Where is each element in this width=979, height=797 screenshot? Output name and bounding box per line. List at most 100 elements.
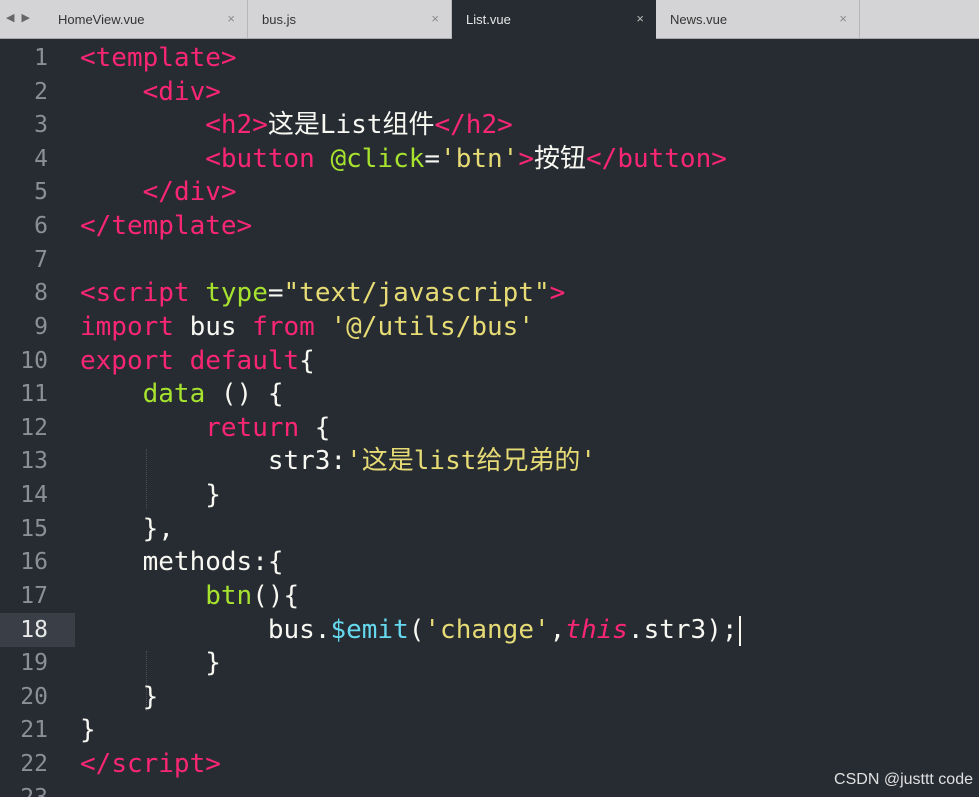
tab-list-vue[interactable]: List.vue ×	[452, 0, 656, 39]
code-token: }	[80, 715, 96, 745]
code-token: div	[158, 77, 206, 107]
code-token: template	[95, 43, 221, 73]
code-token: ,	[549, 615, 566, 645]
line-number: 21	[20, 717, 48, 743]
code-line-11: data () {	[80, 377, 284, 411]
code-token: str3:	[267, 446, 347, 476]
close-icon[interactable]: ×	[839, 11, 847, 26]
code-line-3: <h2>这是List组件</h2>	[80, 108, 513, 142]
tab-nav-arrows[interactable]: ◀ ▶	[6, 11, 32, 24]
line-number: 1	[34, 45, 48, 71]
code-token: <	[80, 278, 96, 308]
code-token: {	[299, 413, 331, 443]
code-line-4: <button @click='btn'>按钮</button>	[80, 142, 727, 176]
code-line-17: btn(){	[80, 579, 299, 613]
code-token: .str3);	[627, 615, 738, 645]
code-line-21: }	[80, 713, 96, 747]
line-number: 2	[34, 79, 48, 105]
code-line-5: </div>	[80, 175, 237, 209]
code-token: button	[220, 144, 315, 174]
code-token: <	[142, 77, 159, 107]
code-token: >	[711, 144, 727, 174]
code-line-12: return {	[80, 411, 330, 445]
tab-homeview-vue[interactable]: HomeView.vue ×	[44, 0, 248, 38]
code-token: type	[205, 278, 268, 308]
code-line-14: }	[80, 478, 221, 512]
code-token: >	[205, 749, 221, 779]
tab-label: HomeView.vue	[58, 12, 145, 27]
line-number: 11	[20, 381, 48, 407]
code-token: <	[80, 43, 96, 73]
code-token: >	[220, 43, 237, 73]
code-line-18: bus.$emit('change',this.str3);	[80, 613, 741, 647]
line-number: 6	[34, 213, 48, 239]
code-token: from	[252, 312, 315, 342]
code-editor[interactable]: 1 2 3 4 5 6 7 8 9 10 11 12 13 14 15 16 1…	[0, 39, 979, 797]
code-line-6: </template>	[80, 209, 252, 243]
close-icon[interactable]: ×	[636, 11, 644, 26]
code-line-15: },	[80, 512, 174, 546]
text-cursor	[738, 615, 741, 646]
code-token: }	[142, 682, 159, 712]
line-number: 17	[20, 583, 48, 609]
code-token: >	[236, 211, 253, 241]
code-line-2: <div>	[80, 75, 221, 109]
code-token: '这是list给兄弟的'	[346, 446, 597, 476]
code-token: export	[80, 346, 174, 376]
code-token: h2	[465, 110, 498, 140]
code-token: >	[549, 278, 566, 308]
code-token: bus	[189, 312, 237, 342]
code-token: button	[617, 144, 712, 174]
code-token: data	[142, 379, 206, 409]
code-token: bus.	[267, 615, 331, 645]
code-token: </	[586, 144, 618, 174]
line-number: 20	[20, 684, 48, 710]
code-token: this	[565, 615, 628, 645]
tab-label: List.vue	[466, 12, 511, 27]
code-token: 'change'	[424, 615, 550, 645]
code-token: >	[252, 110, 268, 140]
code-token: </	[80, 749, 112, 779]
line-number-current: 18	[20, 617, 48, 643]
line-number: 8	[34, 280, 48, 306]
line-number: 9	[34, 314, 48, 340]
code-token: @click	[330, 144, 425, 174]
tab-label: News.vue	[670, 12, 728, 27]
code-line-9: import bus from '@/utils/bus'	[80, 310, 534, 344]
line-number: 3	[34, 112, 48, 138]
tab-news-vue[interactable]: News.vue ×	[656, 0, 860, 38]
code-token: (	[408, 615, 425, 645]
line-number: 14	[20, 482, 48, 508]
line-number: 19	[20, 650, 48, 676]
line-number: 12	[20, 415, 48, 441]
tab-label: bus.js	[262, 12, 296, 27]
code-token: () {	[205, 379, 284, 409]
code-token: }	[205, 480, 221, 510]
code-token: },	[142, 514, 174, 544]
code-token: >	[497, 110, 513, 140]
tab-bus-js[interactable]: bus.js ×	[248, 0, 452, 38]
code-token: =	[267, 278, 284, 308]
code-token: </	[142, 177, 174, 207]
line-number: 7	[34, 247, 48, 273]
code-token: <	[205, 110, 221, 140]
code-token: div	[173, 177, 221, 207]
close-icon[interactable]: ×	[227, 11, 235, 26]
line-number: 4	[34, 146, 48, 172]
tab-bar: ◀ ▶ HomeView.vue × bus.js × List.vue × N…	[0, 0, 979, 39]
code-line-19: }	[80, 646, 221, 680]
close-icon[interactable]: ×	[431, 11, 439, 26]
watermark: CSDN @justtt code	[834, 771, 973, 788]
code-line-1: <template>	[80, 41, 237, 75]
code-token: script	[111, 749, 206, 779]
line-number: 13	[20, 448, 48, 474]
code-line-20: }	[80, 680, 159, 714]
code-token: default	[189, 346, 300, 376]
code-token: h2	[220, 110, 253, 140]
code-token: 这是List组件	[267, 110, 435, 140]
line-number: 5	[34, 179, 48, 205]
code-token: methods:{	[142, 547, 284, 577]
code-token: (){	[252, 581, 300, 611]
code-token: "text/javascript"	[283, 278, 550, 308]
code-token: }	[205, 648, 221, 678]
